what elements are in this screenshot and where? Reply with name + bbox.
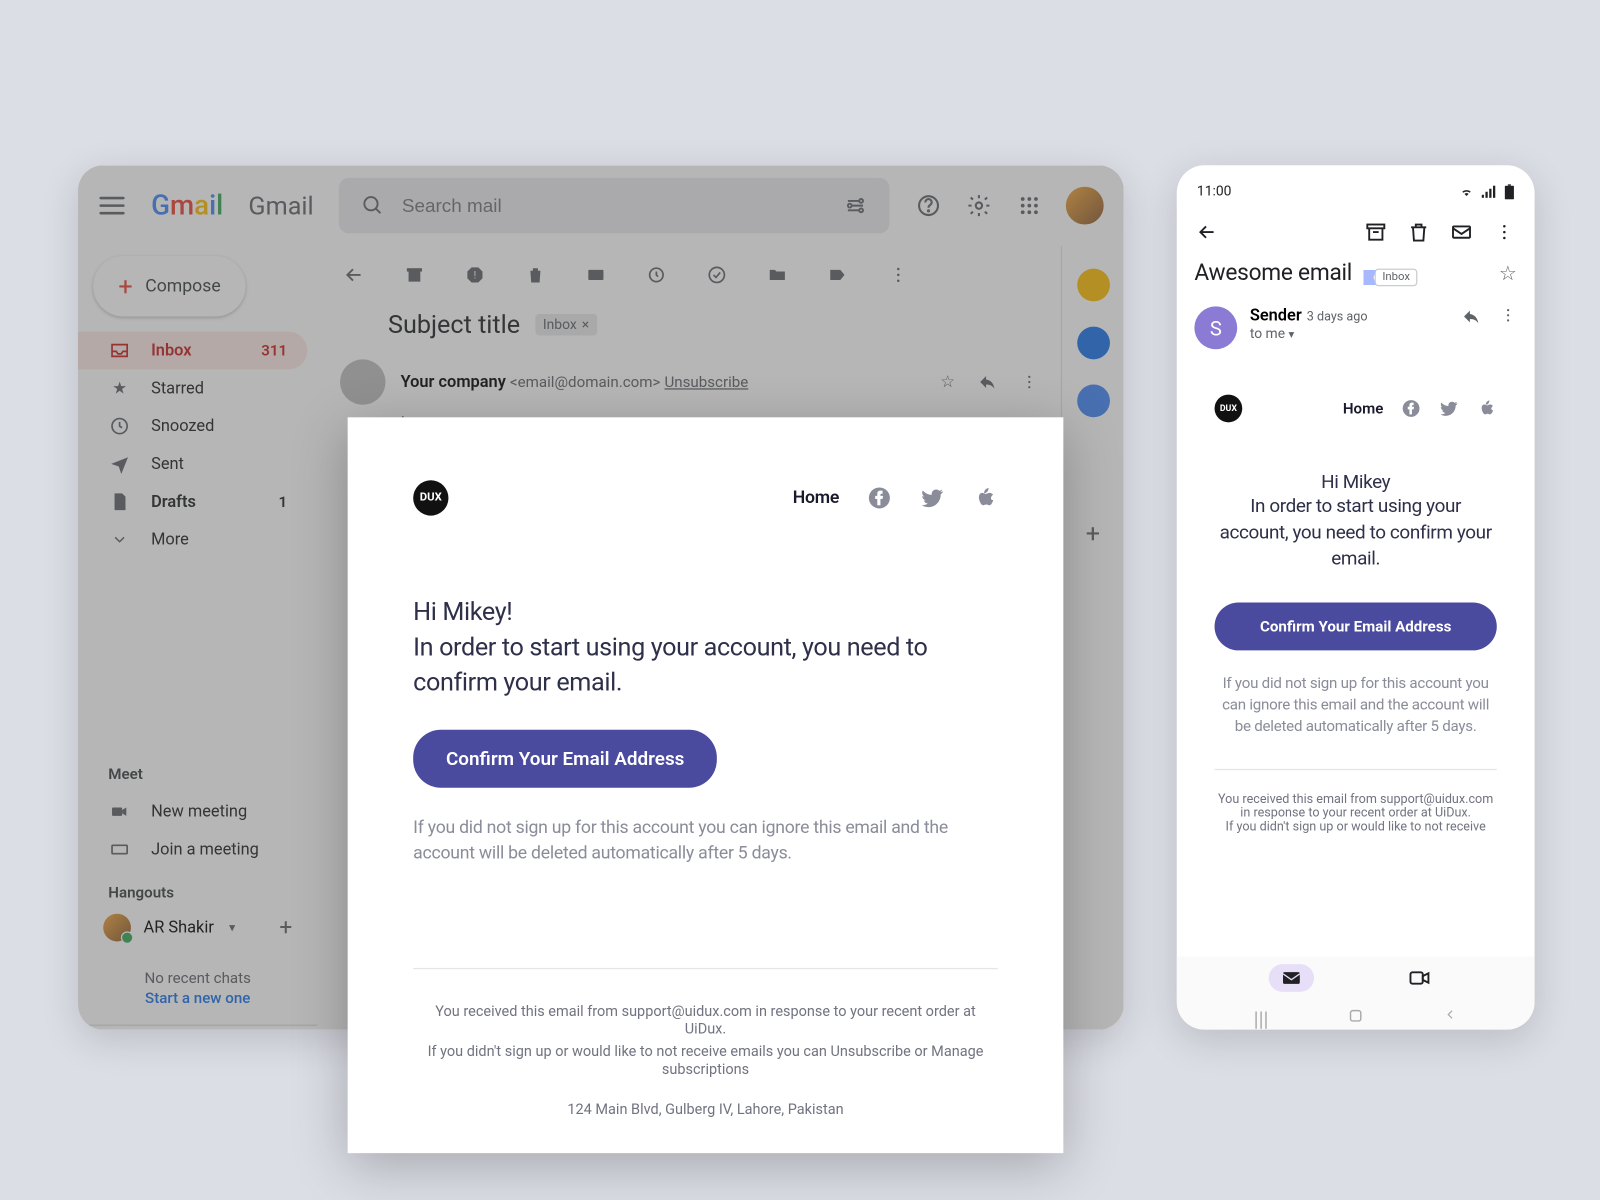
twitter-icon[interactable] bbox=[1439, 398, 1459, 418]
home-link[interactable]: Home bbox=[1343, 400, 1384, 418]
mobile-nav-bar: ||| bbox=[1177, 957, 1535, 1030]
email-footer: You received this email from support@uid… bbox=[413, 967, 998, 1117]
facebook-icon[interactable] bbox=[867, 485, 892, 510]
mobile-email-body: DUX Home Hi Mikey In order to start usin… bbox=[1194, 369, 1517, 834]
apple-icon[interactable] bbox=[973, 485, 998, 510]
confirm-email-button[interactable]: Confirm Your Email Address bbox=[413, 730, 717, 788]
email-disclaimer: If you did not sign up for this account … bbox=[1215, 673, 1497, 736]
twitter-icon[interactable] bbox=[920, 485, 945, 510]
android-back-icon[interactable] bbox=[1443, 1007, 1458, 1030]
inbox-label-chip[interactable]: Inbox bbox=[1375, 269, 1418, 287]
email-instruction: In order to start using your account, yo… bbox=[1215, 493, 1497, 572]
mobile-status-bar: 11:00 bbox=[1177, 165, 1535, 209]
android-home-icon[interactable] bbox=[1347, 1007, 1365, 1030]
more-vert-icon[interactable] bbox=[1499, 306, 1517, 324]
archive-icon[interactable] bbox=[1363, 219, 1388, 244]
footer-address: 124 Main Blvd, Gulberg IV, Lahore, Pakis… bbox=[413, 1100, 998, 1118]
chevron-down-icon[interactable]: ▾ bbox=[1289, 329, 1295, 342]
wifi-icon bbox=[1459, 185, 1474, 198]
email-instruction: In order to start using your account, yo… bbox=[413, 629, 967, 700]
email-greeting: Hi Mikey! bbox=[413, 594, 998, 629]
back-arrow-icon[interactable] bbox=[1194, 219, 1219, 244]
mobile-subject: Awesome email bbox=[1194, 260, 1352, 286]
mobile-gmail-window: 11:00 Awesome email Inbox ☆ S Sender 3 da… bbox=[1177, 165, 1535, 1029]
signal-icon bbox=[1482, 185, 1497, 198]
delete-icon[interactable] bbox=[1406, 219, 1431, 244]
facebook-icon[interactable] bbox=[1401, 398, 1421, 418]
mobile-toolbar bbox=[1177, 209, 1535, 252]
reply-icon[interactable] bbox=[1462, 306, 1482, 326]
android-recent-icon[interactable]: ||| bbox=[1254, 1007, 1269, 1030]
brand-logo: DUX bbox=[413, 480, 448, 515]
mail-icon[interactable] bbox=[1449, 219, 1474, 244]
footer-line2: If you didn't sign up or would like to n… bbox=[1215, 821, 1497, 835]
email-footer: You received this email from support@uid… bbox=[1215, 769, 1497, 835]
star-icon[interactable]: ☆ bbox=[1499, 261, 1517, 285]
status-time: 11:00 bbox=[1197, 183, 1232, 199]
confirm-email-button[interactable]: Confirm Your Email Address bbox=[1215, 603, 1497, 651]
email-content-card: DUX Home Hi Mikey! In order to start usi… bbox=[348, 417, 1064, 1152]
sender-avatar: S bbox=[1194, 306, 1237, 349]
email-disclaimer: If you did not sign up for this account … bbox=[413, 815, 955, 866]
footer-line1: You received this email from support@uid… bbox=[413, 1001, 998, 1036]
footer-line2: If you didn't sign up or would like to n… bbox=[413, 1042, 998, 1077]
sent-time: 3 days ago bbox=[1307, 310, 1368, 324]
email-greeting: Hi Mikey bbox=[1215, 470, 1497, 493]
more-vert-icon[interactable] bbox=[1492, 219, 1517, 244]
brand-logo: DUX bbox=[1215, 395, 1243, 423]
video-tab-icon[interactable] bbox=[1397, 964, 1442, 992]
to-me-text: to me bbox=[1250, 325, 1285, 341]
mail-tab-icon[interactable] bbox=[1269, 964, 1314, 992]
battery-icon bbox=[1504, 184, 1514, 199]
home-link[interactable]: Home bbox=[793, 488, 839, 508]
footer-line1: You received this email from support@uid… bbox=[1215, 793, 1497, 821]
sender-name: Sender bbox=[1250, 306, 1302, 325]
apple-icon[interactable] bbox=[1477, 398, 1497, 418]
